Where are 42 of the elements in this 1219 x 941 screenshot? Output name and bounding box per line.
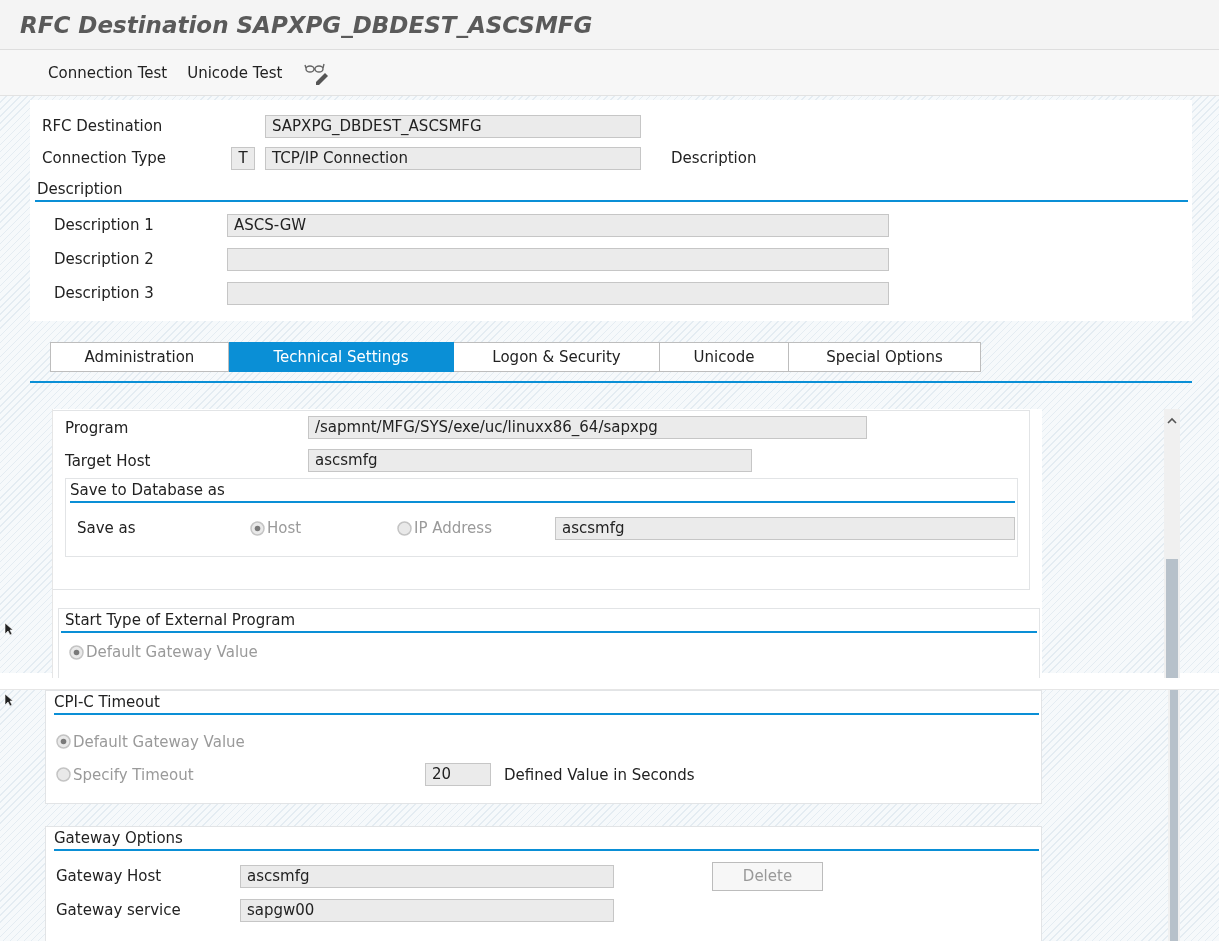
group-title: Save to Database as — [70, 481, 225, 499]
input-field[interactable]: sapgw00 — [240, 898, 614, 922]
field-label: Save as — [77, 519, 137, 537]
tab[interactable]: Administration — [51, 342, 229, 372]
input-field[interactable]: TCP/IP Connection — [265, 146, 641, 170]
field-label: RFC Destination — [41, 117, 164, 135]
input-field[interactable]: /sapmnt/MFG/SYS/exe/uc/linuxx86_64/sapxpg — [308, 416, 867, 439]
field-label: Gateway Host — [56, 867, 163, 885]
group-title: Gateway Options — [54, 829, 183, 847]
tab[interactable]: Special Options — [789, 342, 981, 372]
input-field[interactable] — [227, 247, 889, 271]
field-label: Description — [671, 149, 757, 167]
input-field[interactable]: ascsmfg — [308, 449, 752, 472]
mouse-pointer-icon — [4, 622, 13, 636]
field-label: Target Host — [65, 451, 152, 470]
scroll-thumb[interactable] — [1166, 559, 1178, 678]
input-field[interactable]: SAPXPG_DBDEST_ASCSMFG — [265, 114, 641, 138]
unit-label: Defined Value in Seconds — [504, 765, 695, 784]
field-label: Description 1 — [54, 216, 155, 234]
type-code: T — [231, 146, 255, 170]
scrollbar[interactable] — [1164, 409, 1180, 678]
toolbar-button[interactable]: Connection Test — [40, 59, 176, 86]
group-title: CPI-C Timeout — [54, 693, 160, 711]
toolbar-button[interactable]: Unicode Test — [179, 59, 291, 86]
field-label: Program — [65, 418, 130, 437]
group-title: Description — [37, 180, 123, 198]
tab[interactable]: Logon & Security — [454, 342, 660, 372]
input-field[interactable]: ascsmfg — [555, 516, 1015, 540]
field-label: Connection Type — [41, 149, 168, 167]
field-label: Description 3 — [54, 284, 155, 302]
tab[interactable]: Unicode — [660, 342, 789, 372]
group-title: Start Type of External Program — [65, 611, 296, 629]
window-title: RFC Destination SAPXPG_DBDEST_ASCSMFG — [20, 11, 593, 38]
scroll-up-icon[interactable] — [1167, 417, 1177, 425]
mouse-pointer-icon — [4, 693, 13, 707]
tab[interactable]: Technical Settings — [229, 342, 454, 372]
field-label: Gateway service — [56, 901, 182, 919]
field-label: Description 2 — [54, 250, 155, 268]
input-field[interactable] — [227, 281, 889, 305]
input-field[interactable]: 20 — [425, 763, 491, 786]
input-field[interactable]: ASCS-GW — [227, 213, 889, 237]
input-field[interactable]: ascsmfg — [240, 864, 614, 888]
